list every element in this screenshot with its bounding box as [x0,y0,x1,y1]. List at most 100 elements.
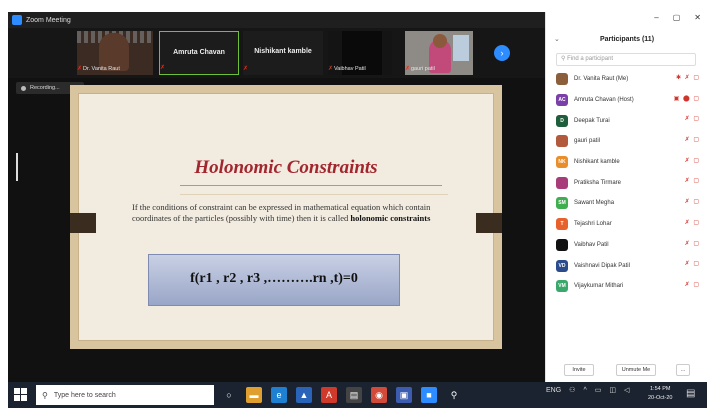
time: 1:54 PM [649,386,671,392]
participant-name: Vaibhav Patil [574,241,609,248]
participant-status-icons[interactable]: ✗ ▢ [685,157,700,164]
participant-row[interactable]: Dr. Vanita Raut (Me) ✱ ✗ ▢ [546,69,707,90]
participant-status-icons[interactable]: ✗ ▢ [685,115,700,122]
taskbar-search-input[interactable]: ⚲ Type here to search [36,385,214,405]
pdf-icon[interactable]: A [321,387,337,403]
participant-avatar: SM [556,197,568,210]
video-tile-gauri[interactable]: ✗ gauri patil [405,31,473,75]
system-tray: ENG ⚇ ^ ▭ ◫ ◁ [546,386,629,395]
participant-name: Dr. Vanita Raut (Me) [574,76,629,83]
participant-name: Deepak Turai [574,117,610,124]
tile-name: gauri patil [411,66,435,72]
recording-dot-icon [21,85,26,91]
invite-button[interactable]: Invite [564,364,594,376]
slide-body-bold: holonomic constraints [350,213,431,223]
participant-head [433,34,447,48]
unmute-me-button[interactable]: Unmute Me [616,364,656,376]
participant-avatar: VM [556,280,568,293]
collapse-chevron-icon[interactable]: ⌄ [554,32,560,48]
next-page-arrow-icon[interactable]: › [494,45,510,61]
store-icon[interactable]: ▲ [296,387,312,403]
participant-row[interactable]: T Tejashri Lohar ✗ ▢ [546,214,707,235]
muted-mic-icon: ✗ [243,66,249,72]
video-strip: ✗ Dr. Vanita Raut Amruta Chavan ✗ Nishik… [8,28,545,78]
participant-name: Sawant Megha [574,200,615,207]
tile-name: Dr. Vanita Raut [83,66,120,72]
participant-row[interactable]: NK Nishikant kamble ✗ ▢ [546,152,707,173]
taskbar-apps: ○ ▬ e ▲ A ▤ ◉ ▣ ■ ⚲ [221,387,462,403]
muted-mic-icon: ✗ [328,66,334,72]
network-icon[interactable]: ◫ [609,386,616,394]
screen: Zoom Meeting ✗ Dr. Vanita Raut Amruta Ch… [0,0,707,410]
search-icon: ⚲ [561,56,566,62]
participant-avatar: D [556,114,568,127]
zoom-taskbar-icon[interactable]: ■ [421,387,437,403]
participant-row[interactable]: VM Vijaykumar Mithari ✗ ▢ [546,276,707,297]
participant-avatar [556,135,568,148]
participant-row[interactable]: Vaibhav Patil ✗ ▢ [546,235,707,256]
slide-title: Holonomic Constraints [194,157,378,178]
participant-row[interactable]: gauri patil ✗ ▢ [546,131,707,152]
participant-row[interactable]: SM Sawant Megha ✗ ▢ [546,193,707,214]
windows-taskbar: ⚲ Type here to search ○ ▬ e ▲ A ▤ ◉ ▣ ■ … [8,382,707,408]
photos-icon[interactable]: ▣ [396,387,412,403]
close-icon[interactable]: ✕ [694,13,701,22]
video-tile-amruta[interactable]: Amruta Chavan ✗ [159,31,239,75]
equation-text: f(r1 , r2 , r3 ,……….rn ,t)=0 [190,271,358,286]
chrome-icon[interactable]: ◉ [371,387,387,403]
participant-row[interactable]: Pratiksha Tirmare ✗ ▢ [546,172,707,193]
volume-icon[interactable]: ◁ [624,386,629,394]
participants-footer: Invite Unmute Me ... [546,362,707,380]
maximize-icon[interactable]: ▢ [673,13,681,22]
participant-name: Nishikant kamble [574,159,620,166]
participant-status-icons[interactable]: ✗ ▢ [685,198,700,205]
window-titlebar: Zoom Meeting [8,12,545,28]
participant-search-input[interactable]: ⚲ Find a participant [556,53,696,66]
zoom-app-icon [12,15,22,25]
recording-label: Recording... [30,85,60,91]
participant-status-icons[interactable]: ✱ ✗ ▢ [676,74,700,81]
participant-status-icons[interactable]: ✗ ▢ [685,260,700,267]
participants-header: ⌄ Participants (11) [546,32,707,48]
window-controls: – ▢ ✕ [654,13,701,22]
participant-row[interactable]: AC Amruta Chavan (Host) ▣ ⬤ ▢ [546,90,707,111]
more-button[interactable]: ... [676,364,690,376]
background-window [453,35,469,61]
tile-name: Vaibhav Patil [334,66,366,72]
participant-status-icons[interactable]: ✗ ▢ [685,240,700,247]
equation-box: f(r1 , r2 , r3 ,……….rn ,t)=0 [148,254,400,306]
video-tile-vaibhav[interactable]: ✗ Vaibhav Patil [328,31,392,75]
edge-icon[interactable]: e [271,387,287,403]
side-handle [16,153,18,181]
bag-icon[interactable]: ▤ [346,387,362,403]
participant-status-icons[interactable]: ✗ ▢ [685,281,700,288]
participant-avatar [556,238,568,251]
taskbar-clock[interactable]: 1:54 PM 20-Oct-20 [648,385,672,403]
language-indicator[interactable]: ENG [546,387,561,394]
participant-row[interactable]: VD Vaishnavi Dipak Patil ✗ ▢ [546,255,707,276]
video-tile-nishikant[interactable]: Nishikant kamble ✗ [243,31,323,75]
search-placeholder: Find a participant [567,56,614,62]
participant-row[interactable]: D Deepak Turai ✗ ▢ [546,110,707,131]
participant-name: gauri patil [574,138,601,145]
people-icon[interactable]: ⚇ [569,386,575,394]
notification-icon[interactable]: ▤ [686,388,698,400]
muted-mic-icon: ✗ [160,65,166,71]
windows-start-icon[interactable] [14,388,28,402]
tile-name: Amruta Chavan [173,49,225,56]
taskbar-search-placeholder: Type here to search [53,391,116,399]
minimize-icon[interactable]: – [654,13,658,22]
cortana-icon[interactable]: ○ [221,387,237,403]
participant-status-icons[interactable]: ✗ ▢ [685,219,700,226]
participant-status-icons[interactable]: ▣ ⬤ ▢ [674,95,700,102]
participant-status-icons[interactable]: ✗ ▢ [685,177,700,184]
video-tile-vanita[interactable]: ✗ Dr. Vanita Raut [77,31,153,75]
participant-status-icons[interactable]: ✗ ▢ [685,136,700,143]
tray-arrow-icon[interactable]: ^ [583,387,586,394]
participant-name: Tejashri Lohar [574,221,612,228]
battery-icon[interactable]: ▭ [595,386,602,394]
search-app-icon[interactable]: ⚲ [446,387,462,403]
search-icon: ⚲ [42,390,48,400]
file-explorer-icon[interactable]: ▬ [246,387,262,403]
title-divider-2 [180,194,448,195]
